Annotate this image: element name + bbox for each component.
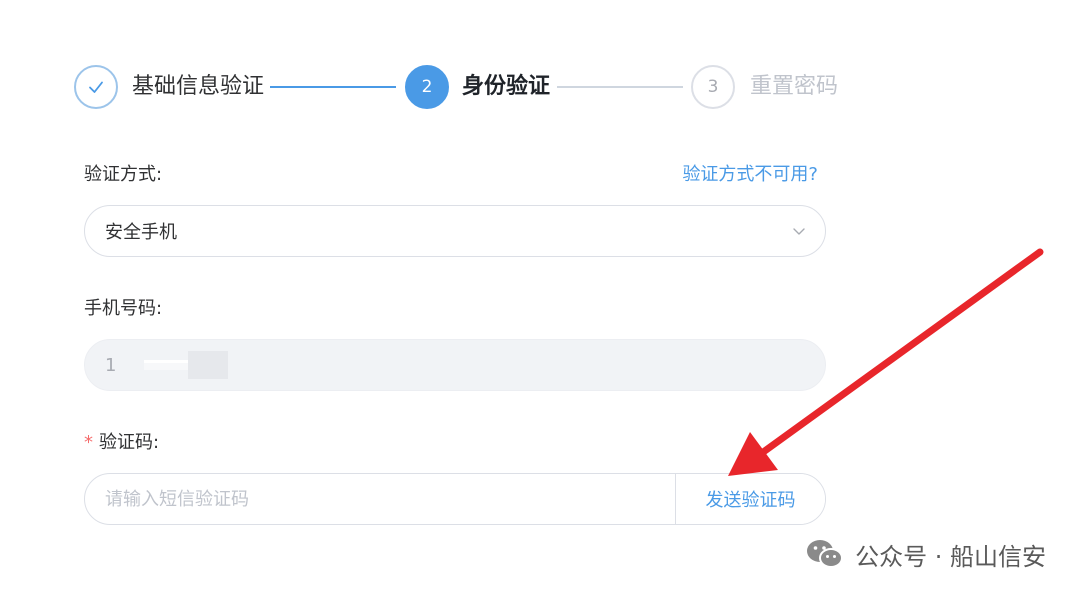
code-label-row: * 验证码: [84, 428, 159, 454]
step-connector-2 [557, 86, 683, 88]
method-label: 验证方式: [84, 164, 163, 185]
step-connector-1 [270, 86, 396, 88]
sms-code-input[interactable] [85, 474, 675, 524]
step-3-number: 3 [691, 65, 735, 109]
method-select-value: 安全手机 [105, 222, 177, 243]
step-1-check-icon [74, 65, 118, 109]
phone-redaction-mask [188, 351, 229, 379]
step-2-number: 2 [405, 65, 449, 109]
method-select[interactable]: 安全手机 [84, 205, 826, 257]
phone-redaction-mask [144, 360, 189, 370]
watermark: 公众号 · 船山信安 [805, 534, 1046, 574]
required-mark: * [84, 432, 93, 453]
watermark-text: 公众号 · 船山信安 [855, 542, 1046, 571]
phone-field: 1 [84, 339, 826, 391]
phone-value: 1 [105, 354, 117, 376]
reset-password-page: 基础信息验证 2 身份验证 3 重置密码 验证方式: 验证方式不可用? 安全手机… [0, 0, 1080, 596]
step-1-label: 基础信息验证 [132, 74, 265, 99]
chevron-down-icon [791, 223, 807, 239]
code-label: 验证码: [99, 432, 160, 453]
code-field: 发送验证码 [84, 473, 826, 525]
wechat-icon [807, 540, 844, 568]
method-unavailable-link[interactable]: 验证方式不可用? [682, 160, 818, 186]
steps-indicator: 基础信息验证 2 身份验证 3 重置密码 [74, 65, 854, 109]
step-2-label: 身份验证 [462, 74, 551, 99]
step-3-label: 重置密码 [750, 74, 839, 99]
arrow-head [728, 432, 778, 476]
phone-label: 手机号码: [84, 298, 163, 319]
send-code-button[interactable]: 发送验证码 [675, 474, 825, 524]
